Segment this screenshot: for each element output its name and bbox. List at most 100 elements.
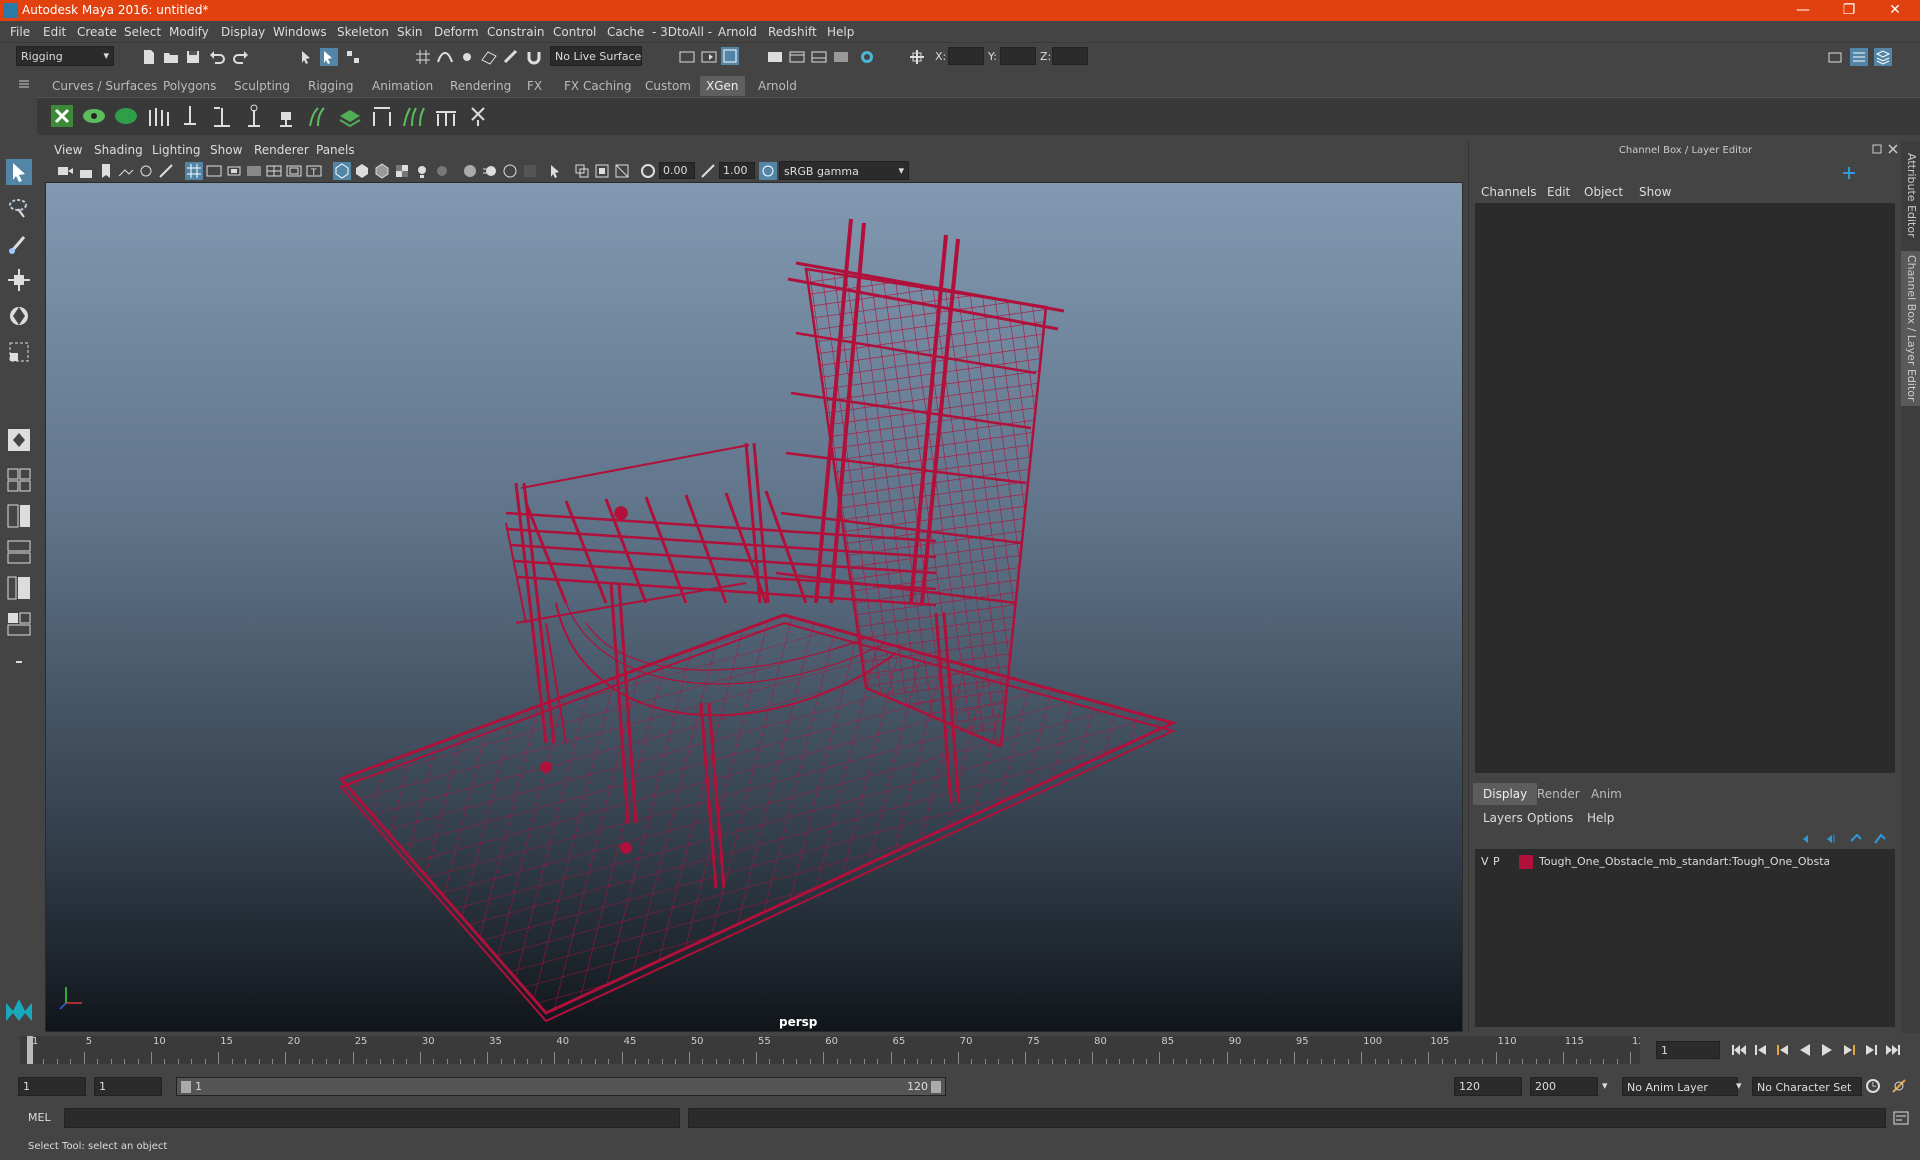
render-settings-icon[interactable] <box>832 48 850 66</box>
motion-blur-icon[interactable] <box>481 162 499 180</box>
ipr-render-icon[interactable] <box>810 48 828 66</box>
range-end-handle[interactable] <box>931 1081 941 1093</box>
save-scene-icon[interactable] <box>184 48 202 66</box>
animation-prefs-icon[interactable] <box>1890 1077 1908 1095</box>
bookmark-icon[interactable] <box>97 162 115 180</box>
wireframe-on-shaded-icon[interactable] <box>373 162 391 180</box>
menu-skin[interactable]: Skin <box>397 25 423 39</box>
layer-visibility-toggle[interactable]: V <box>1481 855 1489 868</box>
gamma-field[interactable]: 1.00 <box>719 162 755 179</box>
menu-skeleton[interactable]: Skeleton <box>337 25 389 39</box>
smooth-shading-icon[interactable] <box>353 162 371 180</box>
start-time-field[interactable]: 1 <box>18 1077 86 1096</box>
place-guides-icon[interactable] <box>176 102 204 130</box>
move-layer-up-icon[interactable] <box>1800 831 1816 847</box>
y-field[interactable] <box>1000 47 1036 65</box>
menu-display[interactable]: Display <box>221 25 265 39</box>
auto-key-icon[interactable] <box>1864 1077 1882 1095</box>
menu-select[interactable]: Select <box>124 25 161 39</box>
camera-select-icon[interactable] <box>56 162 74 180</box>
attribute-editor-icon[interactable] <box>1850 48 1868 66</box>
lock-guides-icon[interactable] <box>272 102 300 130</box>
range-slider[interactable]: 1 120 <box>176 1077 946 1096</box>
hypershade-layout-icon[interactable] <box>6 611 32 637</box>
side-tab-attribute-editor[interactable]: Attribute Editor <box>1901 149 1920 242</box>
sculpt-brush-icon[interactable] <box>464 102 492 130</box>
layer-row[interactable]: V P Tough_One_Obstacle_mb_standart:Tough… <box>1475 853 1895 873</box>
four-pane-layout-icon[interactable] <box>6 467 32 493</box>
grooming-icon[interactable] <box>304 102 332 130</box>
step-back-key-icon[interactable] <box>1752 1041 1770 1059</box>
select-tool-icon[interactable] <box>6 159 32 185</box>
side-by-side-layout-icon[interactable] <box>6 503 32 529</box>
menu-help[interactable]: Help <box>827 25 854 39</box>
playback-end-field[interactable]: 120 <box>1454 1077 1522 1096</box>
add-guide-icon[interactable] <box>208 102 236 130</box>
color-management-icon[interactable] <box>759 162 777 180</box>
hypershade-icon[interactable] <box>858 48 876 66</box>
wireframe-shading-icon[interactable] <box>333 162 351 180</box>
minimize-button[interactable]: — <box>1780 0 1826 21</box>
live-surface-field[interactable]: No Live Surface <box>550 46 642 66</box>
xray-icon[interactable] <box>573 162 591 180</box>
step-forward-key-icon[interactable] <box>1862 1041 1880 1059</box>
menu-windows[interactable]: Windows <box>273 25 327 39</box>
channel-box-options-icon[interactable] <box>1841 165 1857 181</box>
transform-mode-icon[interactable] <box>908 48 926 66</box>
grid-toggle-icon[interactable] <box>185 162 203 180</box>
magnet-icon[interactable] <box>525 48 543 66</box>
layer-color-swatch[interactable] <box>1519 855 1533 869</box>
layer-menu-help[interactable]: Help <box>1587 811 1614 825</box>
2d-pan-zoom-icon[interactable] <box>157 162 175 180</box>
vp-menu-renderer[interactable]: Renderer <box>254 143 309 157</box>
cb-menu-channels[interactable]: Channels <box>1481 185 1537 199</box>
render-view-icon[interactable] <box>766 48 784 66</box>
menu-file[interactable]: File <box>10 25 30 39</box>
ambient-occlusion-icon[interactable] <box>461 162 479 180</box>
move-layer-down-icon[interactable] <box>1824 831 1840 847</box>
shelf-tab-custom[interactable]: Custom <box>639 76 697 96</box>
construction-history-icon[interactable] <box>721 47 739 65</box>
step-back-frame-icon[interactable] <box>1774 1041 1792 1059</box>
go-to-start-icon[interactable] <box>1730 1041 1748 1059</box>
vp-menu-lighting[interactable]: Lighting <box>152 143 201 157</box>
output-ops-icon[interactable] <box>700 48 718 66</box>
move-tool-icon[interactable] <box>6 267 32 293</box>
scale-tool-icon[interactable] <box>6 339 32 365</box>
depth-of-field-icon[interactable] <box>521 162 539 180</box>
lights-icon[interactable] <box>413 162 431 180</box>
shelf-tab-fx[interactable]: FX <box>521 76 548 96</box>
play-forwards-icon[interactable] <box>1818 1041 1836 1059</box>
modeling-toolkit-icon[interactable] <box>1826 48 1844 66</box>
add-guides-icon[interactable] <box>144 102 172 130</box>
current-frame-field[interactable]: 1 <box>1656 1041 1720 1059</box>
gamma-icon[interactable] <box>699 162 717 180</box>
shelf-tab-rigging[interactable]: Rigging <box>302 76 359 96</box>
select-hierarchy-icon[interactable] <box>298 48 316 66</box>
layer-playback-toggle[interactable]: P <box>1493 855 1500 868</box>
image-plane-icon[interactable] <box>117 162 135 180</box>
shelf-tab-curves-surfaces[interactable]: Curves / Surfaces <box>46 76 163 96</box>
close-window-button[interactable]: ✕ <box>1872 0 1918 21</box>
step-forward-frame-icon[interactable] <box>1840 1041 1858 1059</box>
channel-box-icon[interactable] <box>1874 48 1892 66</box>
side-tab-channel-box[interactable]: Channel Box / Layer Editor <box>1901 251 1920 406</box>
rotate-tool-icon[interactable] <box>6 303 32 329</box>
vp-menu-show[interactable]: Show <box>210 143 242 157</box>
shelf-menu-icon[interactable] <box>18 77 30 91</box>
comb-brush-icon[interactable] <box>400 102 428 130</box>
layer-menu-options[interactable]: Options <box>1527 811 1573 825</box>
snap-live-icon[interactable] <box>502 48 520 66</box>
select-object-icon[interactable] <box>320 48 338 66</box>
menu-cache[interactable]: Cache <box>607 25 644 39</box>
close-panel-icon[interactable] <box>1887 143 1899 155</box>
shelf-tab-sculpting[interactable]: Sculpting <box>228 76 296 96</box>
script-editor-icon[interactable] <box>1892 1109 1910 1127</box>
layout-options-icon[interactable] <box>6 649 32 675</box>
go-to-end-icon[interactable] <box>1884 1041 1902 1059</box>
layer-name[interactable]: Tough_One_Obstacle_mb_standart:Tough_One… <box>1539 855 1829 868</box>
menu-3dtoall[interactable]: - 3DtoAll - <box>652 25 712 39</box>
shelf-tab-rendering[interactable]: Rendering <box>444 76 517 96</box>
command-input[interactable] <box>64 1108 680 1128</box>
menu-set-dropdown[interactable]: Rigging ▾ <box>16 46 114 66</box>
